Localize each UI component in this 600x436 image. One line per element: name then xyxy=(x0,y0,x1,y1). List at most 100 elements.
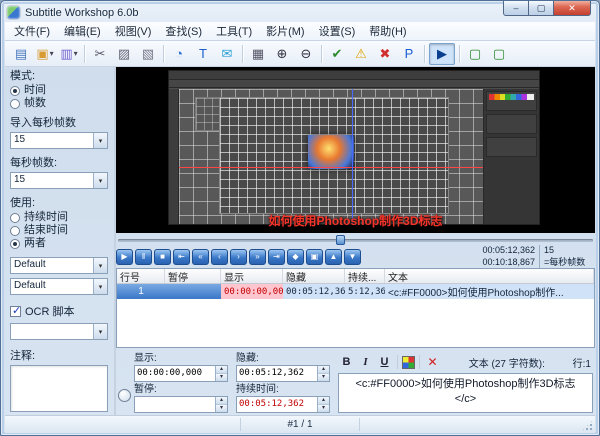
stop-button[interactable]: ■ xyxy=(154,249,171,265)
seek-handle[interactable] xyxy=(336,235,345,245)
column-header[interactable]: 持续... xyxy=(345,269,385,283)
play-button[interactable]: ▶ xyxy=(116,249,133,265)
menu-item[interactable]: 文件(F) xyxy=(7,21,57,41)
toolbar-separator xyxy=(424,45,425,63)
charset-secondary-combo[interactable]: Default ▾ xyxy=(10,278,108,295)
duration-spinner[interactable]: 00:05:12,362 ▴ ▾ xyxy=(236,396,330,413)
move-subtitle-button[interactable]: ▣ xyxy=(306,249,323,265)
fps-combo[interactable]: 15 ▾ xyxy=(10,172,108,189)
time-icon[interactable]: ◔ xyxy=(168,43,190,65)
dropdown-arrow-icon[interactable]: ▾ xyxy=(74,49,78,58)
input-fps-combo[interactable]: 15 ▾ xyxy=(10,132,108,149)
menu-item[interactable]: 影片(M) xyxy=(259,21,312,41)
set-hide-time-button[interactable]: ▼ xyxy=(344,249,361,265)
swap-columns-icon[interactable]: ▢ xyxy=(488,43,510,65)
radio-option-use[interactable]: 结束时间 xyxy=(10,225,108,236)
prev-subtitle-button[interactable]: ⇤ xyxy=(173,249,190,265)
step-back-button[interactable]: ‹ xyxy=(211,249,228,265)
pause-time-spinner[interactable]: ▴ ▾ xyxy=(134,396,228,413)
menu-item[interactable]: 帮助(H) xyxy=(362,21,413,41)
hide-time-spinner[interactable]: 00:05:12,362 ▴ ▾ xyxy=(236,365,330,382)
rewind-button[interactable]: « xyxy=(192,249,209,265)
save-subtitle-icon[interactable]: ▥▾ xyxy=(58,43,80,65)
comment-icon[interactable]: ✉ xyxy=(216,43,238,65)
forward-button[interactable]: » xyxy=(249,249,266,265)
clear-format-icon[interactable]: ✕ xyxy=(424,354,441,370)
title-bar[interactable]: Subtitle Workshop 6.0b xyxy=(7,4,479,21)
movie-icon[interactable]: ▦ xyxy=(247,43,269,65)
warning-icon[interactable]: ⚠ xyxy=(350,43,372,65)
playback-rate-button[interactable]: ◆ xyxy=(287,249,304,265)
menu-item[interactable]: 设置(S) xyxy=(312,21,363,41)
minimize-button[interactable]: – xyxy=(503,1,529,16)
menu-item[interactable]: 视图(V) xyxy=(108,21,159,41)
translator-mode-icon[interactable]: ▢ xyxy=(464,43,486,65)
check-errors-icon[interactable]: ✔ xyxy=(326,43,348,65)
seek-track[interactable] xyxy=(118,239,593,242)
copy-icon[interactable]: ▨ xyxy=(113,43,135,65)
resize-grip[interactable] xyxy=(581,419,594,432)
dropdown-arrow-icon[interactable]: ▾ xyxy=(50,49,54,58)
zoom-in-icon[interactable]: ⊕ xyxy=(271,43,293,65)
ocr-script-combo[interactable]: ▾ xyxy=(10,323,108,340)
spin-down-icon[interactable]: ▾ xyxy=(318,374,329,381)
video-preview: 如何使用Photoshop制作3D标志 xyxy=(116,67,595,233)
dropdown-arrow-icon[interactable]: ▾ xyxy=(93,279,107,294)
close-button[interactable]: ✕ xyxy=(553,1,591,16)
next-subtitle-button[interactable]: ⇥ xyxy=(268,249,285,265)
italic-button[interactable]: I xyxy=(357,354,374,370)
dropdown-arrow-icon[interactable]: ▾ xyxy=(93,133,107,148)
spin-up-icon[interactable]: ▴ xyxy=(318,397,329,405)
column-header[interactable]: 隐藏 xyxy=(283,269,345,283)
spin-up-icon[interactable]: ▴ xyxy=(318,366,329,374)
column-header[interactable]: 暂停 xyxy=(165,269,221,283)
input-fps-label: 导入每秒帧数 xyxy=(10,117,108,130)
cut-icon[interactable]: ✂ xyxy=(89,43,111,65)
dropdown-arrow-icon[interactable]: ▾ xyxy=(93,258,107,273)
new-subtitle-icon[interactable]: ▤ xyxy=(10,43,32,65)
ocr-checkbox[interactable]: ✓ OCR 脚本 xyxy=(10,303,108,319)
ps-swatches xyxy=(489,94,534,100)
paste-icon[interactable]: ▧ xyxy=(137,43,159,65)
spin-down-icon[interactable]: ▾ xyxy=(216,374,227,381)
subtitle-text-input[interactable]: <c:#FF0000>如何使用Photoshop制作3D标志 </c> xyxy=(338,373,593,413)
radio-option-mode[interactable]: 时间 xyxy=(10,85,108,96)
column-header[interactable]: 行号 xyxy=(117,269,165,283)
pascal-script-icon[interactable]: P xyxy=(398,43,420,65)
set-show-time-button[interactable]: ▲ xyxy=(325,249,342,265)
zoom-out-icon[interactable]: ⊖ xyxy=(295,43,317,65)
video-preview-mode-icon[interactable]: ▶ xyxy=(429,43,455,65)
text-format-icon[interactable]: T xyxy=(192,43,214,65)
dropdown-arrow-icon[interactable]: ▾ xyxy=(93,324,107,339)
menu-item[interactable]: 工具(T) xyxy=(209,21,259,41)
pause-button[interactable]: ‖ xyxy=(135,249,152,265)
column-header[interactable]: 文本 xyxy=(385,269,594,283)
time-knob[interactable] xyxy=(118,389,131,402)
ps-canvas xyxy=(179,89,483,224)
dropdown-arrow-icon[interactable]: ▾ xyxy=(93,173,107,188)
zoom-in-icon: ⊕ xyxy=(277,47,288,60)
seek-bar[interactable] xyxy=(116,234,595,246)
notes-textarea[interactable] xyxy=(10,365,108,412)
underline-button[interactable]: U xyxy=(376,354,393,370)
error-icon[interactable]: ✖ xyxy=(374,43,396,65)
spin-up-icon[interactable]: ▴ xyxy=(216,366,227,374)
open-subtitle-icon[interactable]: ▣▾ xyxy=(34,43,56,65)
column-header[interactable]: 显示 xyxy=(221,269,283,283)
radio-option-mode[interactable]: 帧数 xyxy=(10,98,108,109)
step-forward-button[interactable]: › xyxy=(230,249,247,265)
font-color-icon[interactable] xyxy=(402,356,415,369)
bold-button[interactable]: B xyxy=(338,354,355,370)
menu-item[interactable]: 编辑(E) xyxy=(57,21,108,41)
menu-item[interactable]: 查找(S) xyxy=(158,21,209,41)
mode-options: 时间帧数 xyxy=(10,83,108,109)
maximize-button[interactable]: ▢ xyxy=(528,1,554,16)
spin-down-icon[interactable]: ▾ xyxy=(318,405,329,412)
show-time-spinner[interactable]: 00:00:00,000 ▴ ▾ xyxy=(134,365,228,382)
table-row[interactable]: 100:00:00,00000:05:12,3625:12,362<c:#FF0… xyxy=(117,284,594,299)
radio-option-use[interactable]: 两者 xyxy=(10,238,108,249)
spin-down-icon[interactable]: ▾ xyxy=(216,405,227,412)
charset-primary-combo[interactable]: Default ▾ xyxy=(10,257,108,274)
spin-up-icon[interactable]: ▴ xyxy=(216,397,227,405)
radio-option-use[interactable]: 持续时间 xyxy=(10,212,108,223)
